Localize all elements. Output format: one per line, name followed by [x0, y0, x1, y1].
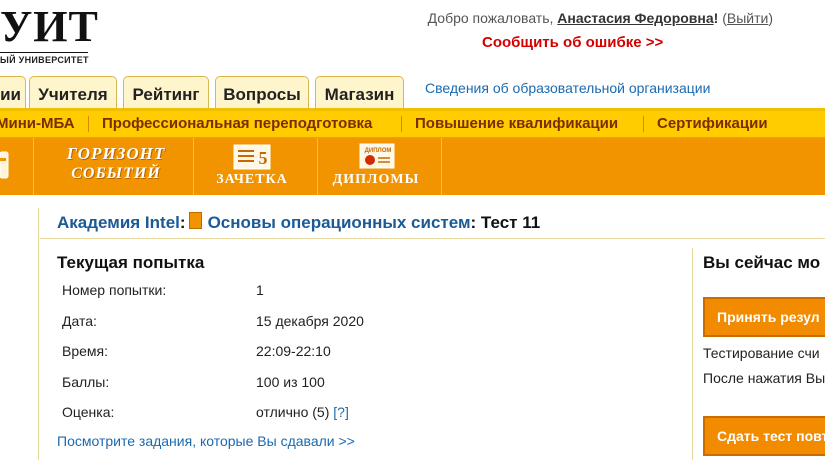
- nav-separator: [401, 116, 402, 132]
- paren-open: (: [718, 10, 727, 26]
- divider: [40, 238, 825, 239]
- report-error-link[interactable]: Сообщить об ошибке >>: [482, 34, 663, 51]
- user-name-link[interactable]: Анастасия Федоровна: [557, 10, 713, 26]
- tab-questions[interactable]: Вопросы: [215, 76, 309, 109]
- welcome-prefix: Добро пожаловать,: [427, 10, 558, 26]
- diplomy-link[interactable]: ДИПЛОМ ДИПЛОМЫ: [330, 142, 422, 192]
- breadcrumb-colon: :: [179, 213, 186, 232]
- logo-subtitle: ЫЙ УНИВЕРСИТЕТ: [0, 55, 89, 65]
- content-left-border: [38, 208, 39, 460]
- grade-help-link[interactable]: [?]: [333, 404, 349, 420]
- diplomy-label: ДИПЛОМЫ: [332, 172, 420, 187]
- gradebook-grade: 5: [259, 148, 268, 168]
- see-tasks-link[interactable]: Посмотрите задания, которые Вы сдавали >…: [57, 433, 355, 449]
- nav-separator: [643, 116, 644, 132]
- logo-underline: [0, 52, 88, 53]
- banner-divider: [33, 138, 34, 195]
- breadcrumb-test: : Тест 11: [470, 213, 541, 232]
- book-icon: [188, 212, 202, 229]
- tab-teachers[interactable]: Учителя: [29, 76, 117, 109]
- date-value: 15 декабря 2020: [256, 313, 364, 329]
- logout-link[interactable]: Выйти: [727, 10, 768, 26]
- gradebook-icon: 5: [224, 142, 280, 172]
- banner-divider: [193, 138, 194, 195]
- score-value: 100 из 100: [256, 374, 325, 390]
- nav-qualification[interactable]: Повышение квалификации: [415, 115, 618, 132]
- services-banner: ГОРИЗОНТ СОБЫТИЙ 5 ЗАЧЕТКА ДИПЛОМ ДИПЛОМ…: [0, 138, 825, 195]
- logo-text: УИТ: [0, 2, 99, 51]
- breadcrumb-course[interactable]: Основы операционных систем: [208, 213, 471, 232]
- university-logo[interactable]: УИТ ЫЙ УНИВЕРСИТЕТ: [0, 0, 120, 70]
- accept-result-button[interactable]: Принять резул: [703, 297, 825, 337]
- current-attempt-title: Текущая попытка: [57, 253, 205, 272]
- zachetka-label: ЗАЧЕТКА: [216, 172, 288, 187]
- banner-divider: [441, 138, 442, 195]
- attempt-number-label: Номер попытки:: [62, 282, 167, 298]
- right-panel-text-1: Тестирование счи: [703, 345, 820, 361]
- gorizont-label-1: ГОРИЗОНТ: [66, 144, 166, 163]
- grade-label: Оценка:: [62, 404, 115, 420]
- right-panel-title: Вы сейчас мо: [703, 253, 821, 272]
- score-label: Баллы:: [62, 374, 110, 390]
- retake-test-button[interactable]: Сдать тест повт: [703, 416, 825, 456]
- partial-banner-icon[interactable]: [0, 148, 10, 184]
- breadcrumb: Академия Intel: Основы операционных систе…: [57, 212, 540, 233]
- attempt-number-value: 1: [256, 282, 264, 298]
- program-nav: Мини-МБА Профессиональная переподготовка…: [0, 111, 825, 138]
- tab-shop[interactable]: Магазин: [315, 76, 404, 109]
- tab-partial[interactable]: ии: [0, 76, 26, 109]
- gorizont-sobytiy-link[interactable]: ГОРИЗОНТ СОБЫТИЙ: [48, 144, 184, 190]
- nav-retraining[interactable]: Профессиональная переподготовка: [102, 115, 372, 132]
- banner-divider: [317, 138, 318, 195]
- right-panel-text-2: После нажатия Вы: [703, 370, 825, 386]
- time-label: Время:: [62, 343, 109, 359]
- nav-mini-mba[interactable]: Мини-МБА: [0, 115, 75, 132]
- nav-certification[interactable]: Сертификации: [657, 115, 768, 132]
- nav-separator: [88, 116, 89, 132]
- tab-rating[interactable]: Рейтинг: [123, 76, 209, 109]
- right-panel-border: [692, 248, 693, 460]
- date-label: Дата:: [62, 313, 97, 329]
- grade-value: отлично (5): [256, 404, 330, 420]
- zachetka-link[interactable]: 5 ЗАЧЕТКА: [212, 142, 292, 192]
- paren-close: ): [768, 10, 773, 26]
- diploma-icon-text: ДИПЛОМ: [365, 148, 392, 154]
- diploma-icon: ДИПЛОМ: [346, 142, 406, 172]
- welcome-message: Добро пожаловать, Анастасия Федоровна! (…: [428, 10, 773, 26]
- breadcrumb-academy[interactable]: Академия Intel: [57, 213, 180, 232]
- time-value: 22:09-22:10: [256, 343, 331, 359]
- gorizont-label-2: СОБЫТИЙ: [71, 165, 161, 182]
- grade-value-wrap: отлично (5) [?]: [256, 404, 349, 420]
- org-info-link[interactable]: Сведения об образовательной организации: [425, 80, 710, 96]
